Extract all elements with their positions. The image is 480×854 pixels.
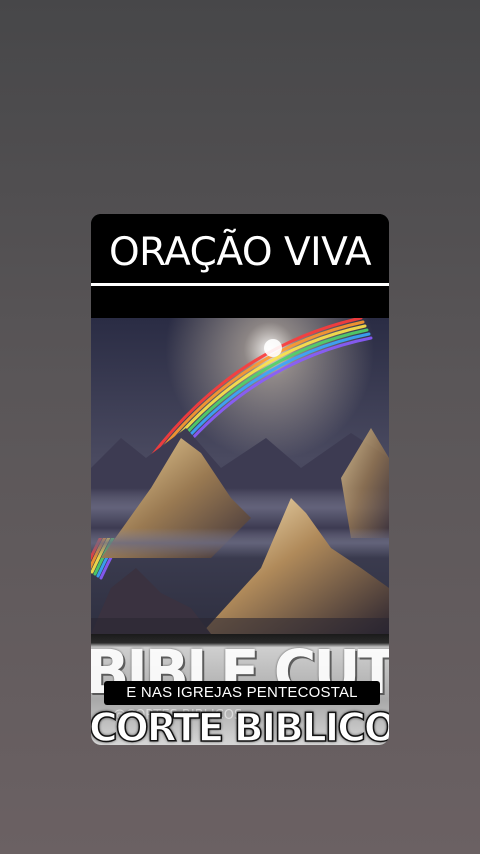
video-card[interactable]: ORAÇÃO VIVA BIBLE CUT E NAS IGREJAS PENT…	[91, 214, 389, 745]
video-title: ORAÇÃO VIVA	[108, 230, 372, 275]
rainbow-mountain-image	[91, 318, 389, 634]
title-banner: ORAÇÃO VIVA	[91, 214, 389, 316]
subtitle-caption: E NAS IGREJAS PENTECOSTAL	[104, 681, 380, 705]
lower-title: CORTE BIBLICO	[91, 705, 389, 745]
title-divider	[91, 283, 389, 286]
